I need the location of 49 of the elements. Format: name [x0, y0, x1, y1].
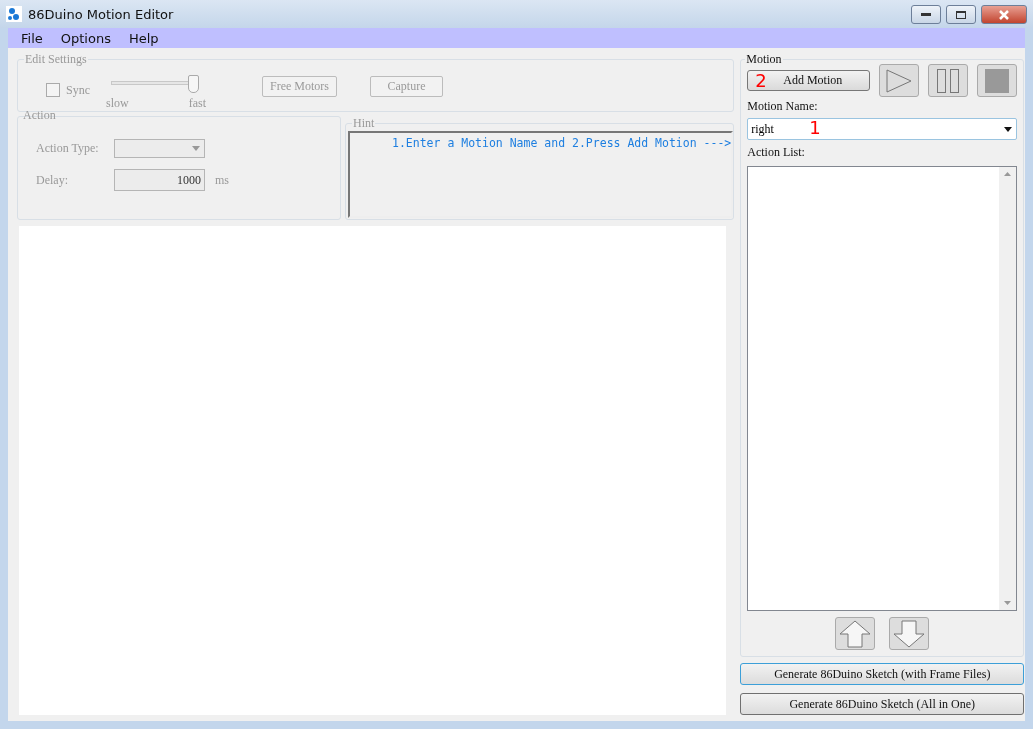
annotation-number: 1	[809, 119, 821, 137]
scrollbar[interactable]	[999, 167, 1017, 610]
down-arrow-icon	[893, 619, 926, 648]
scroll-up-icon	[1004, 172, 1012, 176]
delay-field[interactable]: 1000	[114, 169, 205, 191]
move-down-button[interactable]	[889, 617, 930, 650]
minimize-button[interactable]	[911, 5, 941, 24]
group-title: Motion	[745, 52, 783, 67]
move-up-button[interactable]	[835, 617, 876, 650]
window-title: 86Duino Motion Editor	[28, 6, 175, 22]
annotation-number: 2	[755, 72, 767, 90]
generate-sketch-button[interactable]: Generate 86Duino Sketch (with Frame Files)	[740, 663, 1025, 685]
menu-item[interactable]: Help	[119, 30, 168, 46]
unit-label: ms	[215, 172, 229, 188]
motion-name-combobox[interactable]: right 1	[747, 118, 1018, 140]
stop-icon	[985, 68, 1010, 93]
motion-name-value: right	[751, 121, 774, 137]
pause-button[interactable]	[928, 64, 969, 97]
menu-item[interactable]: File	[12, 30, 52, 46]
action-type-label: Action Type:	[36, 141, 100, 156]
scroll-down-icon	[1004, 601, 1012, 605]
play-button[interactable]	[879, 64, 920, 97]
group-title: Action	[22, 108, 57, 123]
action-list-label: Action List:	[747, 145, 806, 160]
dropdown-arrow-icon	[1004, 126, 1013, 132]
hint-text: 1.Enter a Motion Name and 2.Press Add Motion --->	[348, 131, 734, 218]
action-type-dropdown[interactable]	[114, 139, 205, 158]
close-icon	[998, 9, 1010, 20]
minimize-icon	[921, 12, 931, 17]
close-button[interactable]	[981, 5, 1027, 24]
delay-label: Delay:	[36, 172, 69, 188]
dropdown-arrow-icon	[192, 146, 200, 151]
group-title: Edit Settings	[24, 52, 88, 67]
maximize-button[interactable]	[946, 5, 976, 24]
play-icon	[885, 68, 914, 93]
slider-thumb[interactable]	[188, 75, 200, 93]
pause-icon	[935, 67, 962, 94]
motion-name-label: Motion Name:	[747, 99, 819, 114]
fast-label: fast	[188, 96, 206, 111]
stop-button[interactable]	[977, 64, 1018, 97]
generate-sketch-button[interactable]: Generate 86Duino Sketch (All in One)	[740, 693, 1025, 715]
sync-label: Sync	[66, 82, 90, 98]
app-logo-icon	[6, 6, 22, 22]
sync-checkbox[interactable]	[46, 83, 60, 97]
slow-label: slow	[106, 96, 129, 111]
menu-item[interactable]: Options	[51, 30, 120, 46]
up-arrow-icon	[839, 619, 872, 648]
group-title: Hint	[352, 116, 376, 131]
maximize-icon	[956, 10, 966, 19]
